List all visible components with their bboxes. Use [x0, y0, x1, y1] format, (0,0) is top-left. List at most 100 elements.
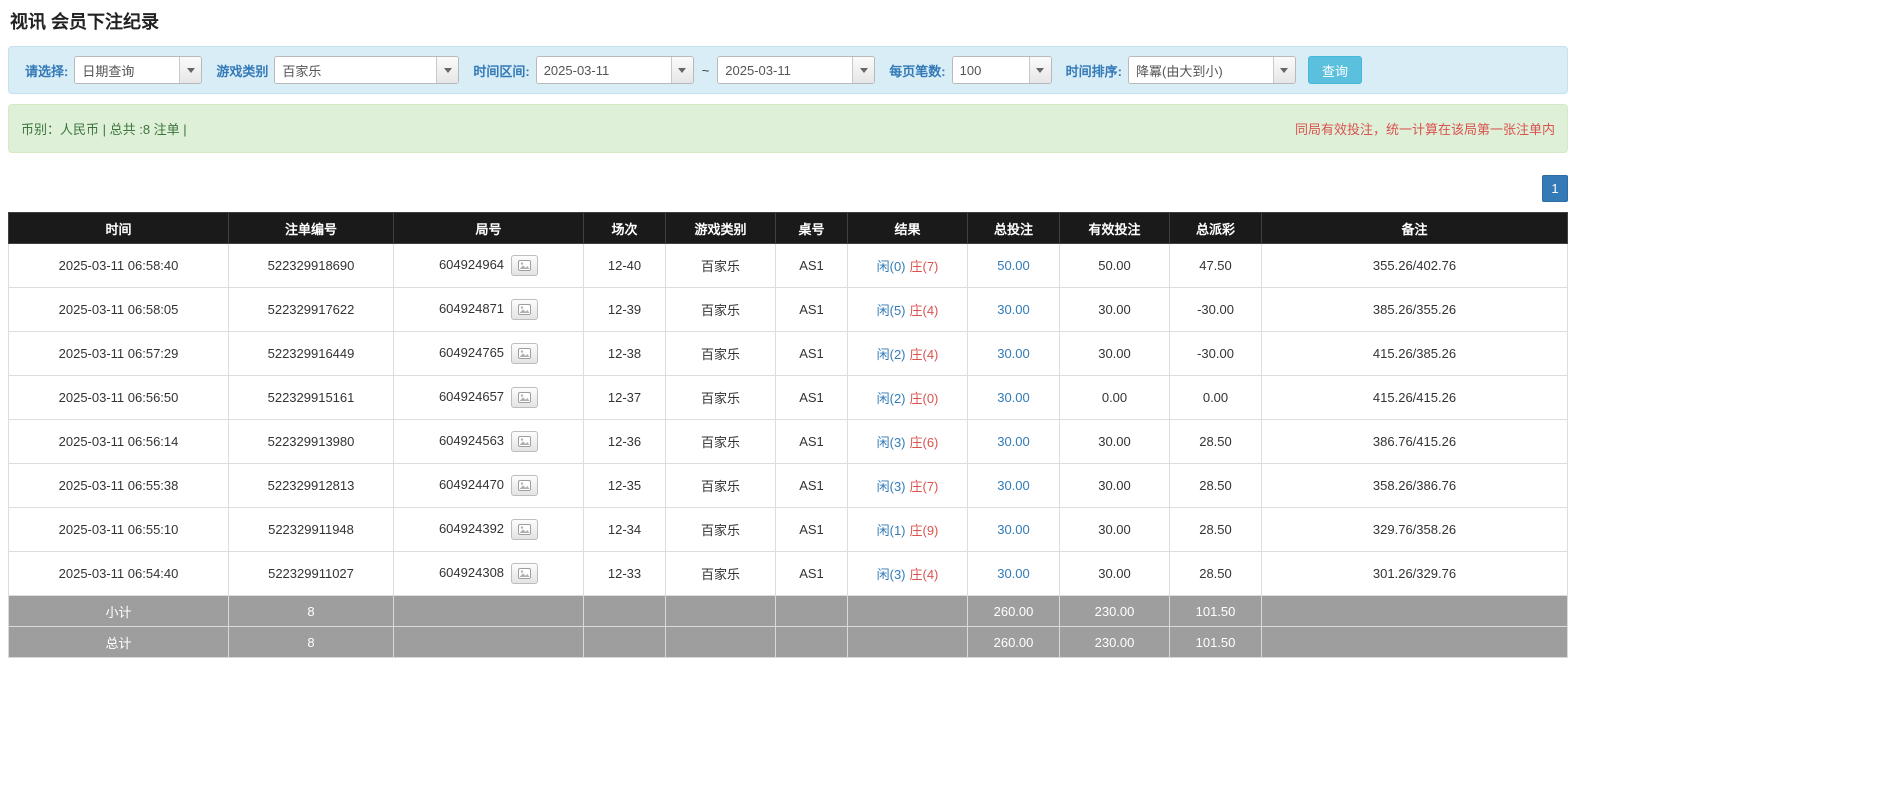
cell-total-payout: 47.50	[1169, 243, 1262, 288]
cell-total-payout: 28.50	[1169, 463, 1262, 508]
cell-game-type: 百家乐	[665, 507, 776, 552]
date-from-combobox[interactable]	[535, 56, 694, 84]
chevron-down-icon[interactable]	[670, 57, 693, 83]
cell-game-type: 百家乐	[665, 463, 776, 508]
chevron-down-icon[interactable]	[1028, 57, 1051, 83]
cell-game-type: 百家乐	[665, 287, 776, 332]
page-size-combobox[interactable]	[951, 56, 1052, 84]
cell-bet-id: 522329913980	[228, 419, 394, 464]
cell-table-no: AS1	[775, 243, 848, 288]
date-to-input[interactable]	[718, 57, 853, 83]
chevron-down-icon[interactable]	[436, 57, 459, 83]
round-media-button[interactable]	[511, 519, 539, 540]
pagination: 1	[8, 175, 1568, 202]
result-player: 闲(5)	[876, 303, 906, 318]
page-size-input[interactable]	[952, 57, 1029, 83]
cell-round-id: 604924964	[393, 243, 584, 288]
chevron-down-icon[interactable]	[179, 57, 202, 83]
result-banker: 庄(9)	[909, 523, 939, 538]
round-id-text: 604924871	[438, 300, 505, 316]
round-id-text: 604924964	[438, 256, 505, 272]
page-1-button[interactable]: 1	[1542, 175, 1568, 202]
round-media-button[interactable]	[511, 343, 539, 364]
empty-cell	[775, 595, 848, 627]
cell-total-payout: 28.50	[1169, 551, 1262, 596]
filter-bar: 请选择: 游戏类别 时间区间: ~ 每页笔数: 时间排序:	[8, 46, 1568, 94]
grand-total-row: 总计 8 260.00 230.00 101.50	[8, 626, 1568, 658]
round-media-button[interactable]	[511, 431, 539, 452]
cell-time: 2025-03-11 06:56:50	[8, 375, 229, 420]
grand-total-total-bet: 260.00	[967, 626, 1060, 658]
total-bet-link[interactable]: 30.00	[997, 434, 1030, 449]
cell-result: 闲(0) 庄(7)	[847, 243, 968, 288]
cell-total-bet: 30.00	[967, 463, 1060, 508]
search-button[interactable]: 查询	[1307, 56, 1362, 84]
game-type-combobox[interactable]	[274, 56, 460, 84]
total-bet-link[interactable]: 50.00	[997, 258, 1030, 273]
round-media-button[interactable]	[511, 255, 539, 276]
cell-session: 12-33	[583, 551, 666, 596]
sort-order-combobox[interactable]	[1127, 56, 1296, 84]
date-to-combobox[interactable]	[717, 56, 876, 84]
header-bet-id: 注单编号	[228, 212, 394, 244]
empty-cell	[583, 595, 666, 627]
cell-table-no: AS1	[775, 507, 848, 552]
chevron-down-icon[interactable]	[1272, 57, 1295, 83]
page-size-label: 每页笔数:	[889, 63, 946, 79]
cell-round-id: 604924657	[393, 375, 584, 420]
round-id-text: 604924765	[438, 344, 505, 360]
empty-cell	[1261, 626, 1568, 658]
header-session: 场次	[583, 212, 666, 244]
cell-note: 386.76/415.26	[1261, 419, 1568, 464]
query-type-combobox[interactable]	[74, 56, 203, 84]
result-player: 闲(1)	[876, 523, 906, 538]
cell-note: 415.26/385.26	[1261, 331, 1568, 376]
date-from-input[interactable]	[536, 57, 671, 83]
video-replay-icon	[518, 348, 532, 359]
cell-result: 闲(5) 庄(4)	[847, 287, 968, 332]
total-bet-link[interactable]: 30.00	[997, 478, 1030, 493]
cell-total-bet: 30.00	[967, 331, 1060, 376]
header-game-type: 游戏类别	[665, 212, 776, 244]
cell-valid-bet: 30.00	[1059, 551, 1170, 596]
cell-session: 12-34	[583, 507, 666, 552]
header-result: 结果	[847, 212, 968, 244]
cell-result: 闲(2) 庄(4)	[847, 331, 968, 376]
round-media-button[interactable]	[511, 475, 539, 496]
cell-round-id: 604924563	[393, 419, 584, 464]
total-bet-link[interactable]: 30.00	[997, 566, 1030, 581]
total-bet-link[interactable]: 30.00	[997, 522, 1030, 537]
subtotal-total-bet: 260.00	[967, 595, 1060, 627]
query-type-input[interactable]	[75, 57, 180, 83]
video-replay-icon	[518, 260, 532, 271]
video-replay-icon	[518, 524, 532, 535]
sort-order-input[interactable]	[1128, 57, 1273, 83]
chevron-down-icon[interactable]	[852, 57, 875, 83]
round-media-button[interactable]	[511, 563, 539, 584]
result-player: 闲(3)	[876, 567, 906, 582]
cell-bet-id: 522329912813	[228, 463, 394, 508]
cell-total-bet: 30.00	[967, 375, 1060, 420]
round-media-button[interactable]	[511, 387, 539, 408]
header-round-id: 局号	[393, 212, 584, 244]
round-id-text: 604924563	[438, 432, 505, 448]
table-row: 2025-03-11 06:57:29 522329916449 6049247…	[8, 331, 1568, 376]
total-bet-link[interactable]: 30.00	[997, 346, 1030, 361]
game-type-input[interactable]	[275, 57, 437, 83]
cell-valid-bet: 0.00	[1059, 375, 1170, 420]
cell-total-payout: 0.00	[1169, 375, 1262, 420]
round-media-button[interactable]	[511, 299, 539, 320]
table-row: 2025-03-11 06:56:50 522329915161 6049246…	[8, 375, 1568, 420]
cell-time: 2025-03-11 06:55:38	[8, 463, 229, 508]
cell-bet-id: 522329915161	[228, 375, 394, 420]
cell-total-payout: 28.50	[1169, 507, 1262, 552]
grand-total-total-payout: 101.50	[1169, 626, 1262, 658]
empty-cell	[847, 626, 968, 658]
result-player: 闲(2)	[876, 391, 906, 406]
total-bet-link[interactable]: 30.00	[997, 302, 1030, 317]
table-row: 2025-03-11 06:56:14 522329913980 6049245…	[8, 419, 1568, 464]
cell-total-bet: 30.00	[967, 507, 1060, 552]
cell-valid-bet: 30.00	[1059, 507, 1170, 552]
total-bet-link[interactable]: 30.00	[997, 390, 1030, 405]
round-id-text: 604924657	[438, 388, 505, 404]
